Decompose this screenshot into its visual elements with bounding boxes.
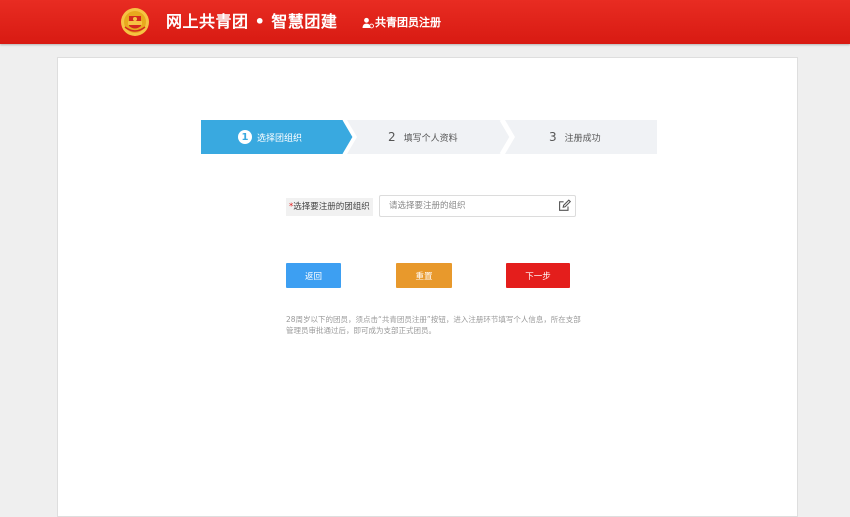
youth-league-emblem-icon[interactable] bbox=[120, 7, 150, 37]
step-2-number: 2 bbox=[388, 130, 396, 144]
step-1-label: 选择团组织 bbox=[257, 133, 303, 144]
user-add-icon bbox=[362, 17, 374, 29]
edit-icon[interactable] bbox=[558, 199, 571, 212]
step-3: 3 注册成功 bbox=[549, 120, 601, 154]
member-register-link[interactable]: 共青团员注册 bbox=[362, 14, 441, 32]
step-3-number: 3 bbox=[549, 130, 557, 144]
main-panel: 1 选择团组织 2 填写个人资料 3 注册成功 *选择要注册的团组织 返回 重置… bbox=[57, 57, 798, 517]
registration-notice: 28周岁以下的团员，须点击“共青团员注册”按钮，进入注册环节填写个人信息，所在支… bbox=[286, 315, 581, 335]
step-1: 1 选择团组织 bbox=[238, 120, 302, 154]
step-3-label: 注册成功 bbox=[564, 133, 601, 144]
member-register-label: 共青团员注册 bbox=[375, 16, 441, 29]
step-1-number: 1 bbox=[238, 130, 252, 144]
top-header: 网上共青团 • 智慧团建 共青团员注册 bbox=[0, 0, 850, 44]
reset-button[interactable]: 重置 bbox=[396, 263, 452, 288]
next-step-button[interactable]: 下一步 bbox=[506, 263, 570, 288]
step-2: 2 填写个人资料 bbox=[388, 120, 458, 154]
org-field-label: *选择要注册的团组织 bbox=[286, 198, 373, 216]
back-button[interactable]: 返回 bbox=[286, 263, 341, 288]
org-select-row: *选择要注册的团组织 bbox=[286, 195, 576, 218]
org-select-input[interactable] bbox=[380, 196, 559, 216]
org-select-field[interactable] bbox=[379, 195, 576, 217]
site-title: 网上共青团 • 智慧团建 bbox=[166, 12, 338, 31]
org-field-label-text: 选择要注册的团组织 bbox=[293, 202, 370, 212]
step-progress-bar: 1 选择团组织 2 填写个人资料 3 注册成功 bbox=[201, 120, 657, 154]
step-2-label: 填写个人资料 bbox=[403, 133, 458, 144]
